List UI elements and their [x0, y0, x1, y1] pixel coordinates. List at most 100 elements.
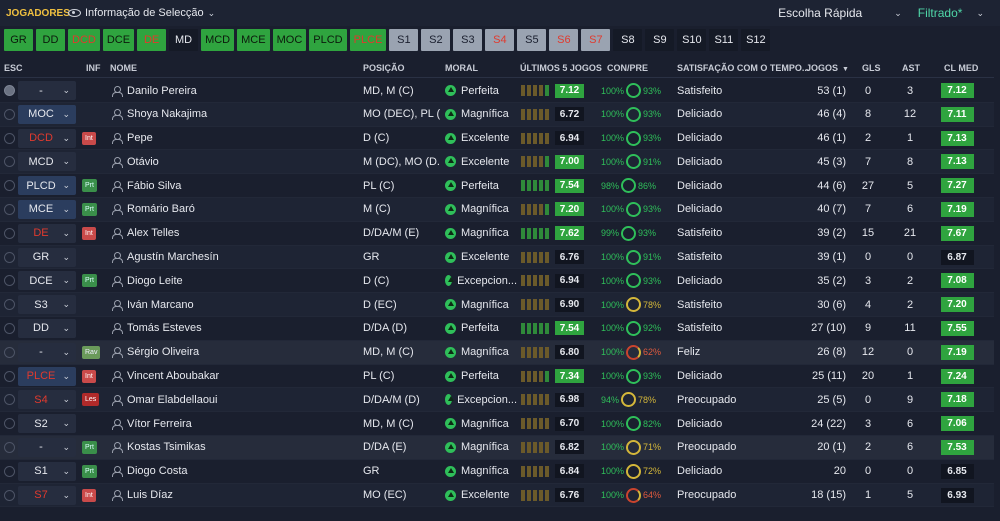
- row-checkbox[interactable]: [4, 484, 15, 507]
- selection-position-dropdown[interactable]: DCD ⌄: [18, 128, 76, 148]
- col-esc[interactable]: ESC: [4, 63, 23, 73]
- position-filter-mce[interactable]: MCE: [237, 29, 270, 51]
- table-row[interactable]: PLCD ⌄ Prt Fábio Silva PL (C) Perfeita 7…: [0, 174, 1000, 198]
- selection-position-dropdown[interactable]: - ⌄: [18, 342, 76, 362]
- player-name-cell[interactable]: Diogo Costa: [112, 460, 352, 483]
- col-conpre[interactable]: CON/PRE: [607, 63, 648, 73]
- info-tag[interactable]: Prt: [82, 179, 97, 193]
- col-jogos[interactable]: JOGOS ▼: [806, 63, 849, 73]
- info-tag[interactable]: Int: [82, 131, 96, 145]
- player-name-cell[interactable]: Omar Elabdellaoui: [112, 388, 352, 411]
- table-row[interactable]: DCD ⌄ Int Pepe D (C) Excelente 6.94 100%…: [0, 127, 1000, 151]
- selection-position-dropdown[interactable]: MCE ⌄: [18, 199, 76, 219]
- table-row[interactable]: S3 ⌄ Iván Marcano D (EC) Magnífica 6.90 …: [0, 293, 1000, 317]
- col-clmed[interactable]: CL MED: [944, 63, 978, 73]
- player-name-cell[interactable]: Sérgio Oliveira: [112, 341, 352, 364]
- table-row[interactable]: - ⌄ Rav Sérgio Oliveira MD, M (C) Magníf…: [0, 340, 1000, 365]
- player-name-cell[interactable]: Alex Telles: [112, 222, 352, 245]
- table-row[interactable]: - ⌄ Prt Kostas Tsimikas D/DA (E) Magnífi…: [0, 435, 1000, 460]
- selection-position-dropdown[interactable]: MOC ⌄: [18, 104, 76, 124]
- info-tag[interactable]: Les: [82, 393, 100, 407]
- row-checkbox[interactable]: [4, 103, 15, 126]
- info-tag[interactable]: Rav: [82, 345, 101, 359]
- table-row[interactable]: DCE ⌄ Prt Diogo Leite D (C) Excepcion...…: [0, 269, 1000, 294]
- player-name-cell[interactable]: Danilo Pereira: [112, 79, 352, 102]
- position-filter-mcd[interactable]: MCD: [201, 29, 235, 51]
- selection-position-dropdown[interactable]: - ⌄: [18, 81, 76, 100]
- view-selector[interactable]: Informação de Selecção ⌄: [62, 4, 221, 22]
- scrollbar[interactable]: [994, 58, 1000, 521]
- table-row[interactable]: MCE ⌄ Prt Romário Baró M (C) Magnífica 7…: [0, 197, 1000, 222]
- row-checkbox[interactable]: [4, 460, 15, 483]
- position-filter-dce[interactable]: DCE: [102, 29, 135, 51]
- position-filter-s12[interactable]: S12: [741, 29, 771, 51]
- selection-position-dropdown[interactable]: S3 ⌄: [18, 295, 76, 315]
- position-filter-s6[interactable]: S6: [549, 29, 579, 51]
- selection-position-dropdown[interactable]: DCE ⌄: [18, 271, 76, 291]
- player-name-cell[interactable]: Vincent Aboubakar: [112, 365, 352, 388]
- player-name-cell[interactable]: Agustín Marchesín: [112, 246, 352, 269]
- row-checkbox[interactable]: [4, 388, 15, 411]
- position-filter-de[interactable]: DE: [137, 29, 167, 51]
- row-checkbox[interactable]: [4, 246, 15, 269]
- player-name-cell[interactable]: Luis Díaz: [112, 484, 352, 507]
- player-name-cell[interactable]: Romário Baró: [112, 198, 352, 221]
- info-tag[interactable]: Prt: [82, 202, 97, 216]
- selection-position-dropdown[interactable]: S7 ⌄: [18, 485, 76, 505]
- info-tag[interactable]: Prt: [82, 440, 97, 454]
- position-filter-s5[interactable]: S5: [517, 29, 547, 51]
- row-checkbox[interactable]: [4, 150, 15, 173]
- player-name-cell[interactable]: Pepe: [112, 127, 352, 150]
- selection-position-dropdown[interactable]: S1 ⌄: [18, 461, 76, 481]
- player-name-cell[interactable]: Iván Marcano: [112, 293, 352, 316]
- selection-position-dropdown[interactable]: - ⌄: [18, 437, 76, 457]
- selection-position-dropdown[interactable]: DD ⌄: [18, 318, 76, 338]
- position-filter-dcd[interactable]: DCD: [68, 29, 100, 51]
- position-filter-md[interactable]: MD: [169, 29, 199, 51]
- player-name-cell[interactable]: Vítor Ferreira: [112, 412, 352, 435]
- info-tag[interactable]: Int: [82, 226, 96, 240]
- selection-position-dropdown[interactable]: DE ⌄: [18, 223, 76, 243]
- info-tag[interactable]: Prt: [82, 274, 97, 288]
- table-row[interactable]: S1 ⌄ Prt Diogo Costa GR Magnífica 6.84 1…: [0, 460, 1000, 484]
- position-filter-s4[interactable]: S4: [485, 29, 515, 51]
- position-filter-s10[interactable]: S10: [677, 29, 707, 51]
- position-filter-s11[interactable]: S11: [709, 29, 739, 51]
- table-row[interactable]: MOC ⌄ Shoya Nakajima MO (DEC), PL (... M…: [0, 102, 1000, 127]
- table-row[interactable]: - ⌄ Danilo Pereira MD, M (C) Perfeita 7.…: [0, 79, 1000, 103]
- selection-position-dropdown[interactable]: PLCD ⌄: [18, 176, 76, 196]
- position-filter-plcd[interactable]: PLCD: [309, 29, 347, 51]
- position-filter-s7[interactable]: S7: [581, 29, 611, 51]
- row-checkbox[interactable]: [4, 127, 15, 150]
- table-row[interactable]: PLCE ⌄ Int Vincent Aboubakar PL (C) Perf…: [0, 365, 1000, 389]
- col-satis[interactable]: SATISFAÇÃO COM O TEMPO...: [677, 63, 809, 73]
- row-checkbox[interactable]: [4, 293, 15, 316]
- selection-position-dropdown[interactable]: PLCE ⌄: [18, 366, 76, 386]
- position-filter-gr[interactable]: GR: [4, 29, 33, 51]
- table-row[interactable]: GR ⌄ Agustín Marchesín GR Excelente 6.76…: [0, 245, 1000, 270]
- position-filter-moc[interactable]: MOC: [272, 29, 307, 51]
- player-name-cell[interactable]: Kostas Tsimikas: [112, 436, 352, 459]
- col-gls[interactable]: GLS: [862, 63, 881, 73]
- row-checkbox[interactable]: [4, 79, 15, 102]
- col-moral[interactable]: MORAL: [445, 63, 478, 73]
- row-checkbox[interactable]: [4, 222, 15, 245]
- row-checkbox[interactable]: [4, 341, 15, 364]
- position-filter-s9[interactable]: S9: [645, 29, 675, 51]
- player-name-cell[interactable]: Fábio Silva: [112, 174, 352, 197]
- table-row[interactable]: S7 ⌄ Int Luis Díaz MO (EC) Excelente 6.7…: [0, 483, 1000, 508]
- position-filter-plce[interactable]: PLCE: [349, 29, 387, 51]
- table-row[interactable]: DE ⌄ Int Alex Telles D/DA/M (E) Magnífic…: [0, 222, 1000, 246]
- row-checkbox[interactable]: [4, 436, 15, 459]
- col-posicao[interactable]: POSIÇÃO: [363, 63, 405, 73]
- position-filter-s3[interactable]: S3: [453, 29, 483, 51]
- row-checkbox[interactable]: [4, 317, 15, 340]
- position-filter-s2[interactable]: S2: [421, 29, 451, 51]
- row-checkbox[interactable]: [4, 412, 15, 435]
- info-tag[interactable]: Int: [82, 488, 96, 502]
- player-name-cell[interactable]: Shoya Nakajima: [112, 103, 352, 126]
- table-row[interactable]: MCD ⌄ Otávio M (DC), MO (D... Excelente …: [0, 150, 1000, 175]
- table-row[interactable]: S2 ⌄ Vítor Ferreira MD, M (C) Magnífica …: [0, 412, 1000, 436]
- selection-position-dropdown[interactable]: S2 ⌄: [18, 414, 76, 434]
- row-checkbox[interactable]: [4, 269, 15, 292]
